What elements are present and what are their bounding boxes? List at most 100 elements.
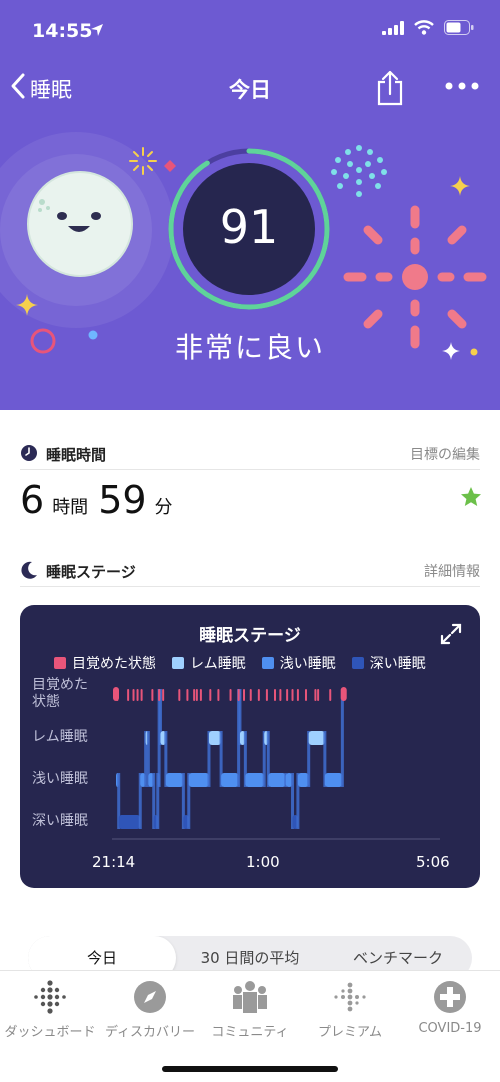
sleep-stages-chart[interactable]: 睡眠ステージ 目覚めた状態 レム睡眠 浅い睡眠 深い睡眠 目覚めた 状態 レム睡眠…	[20, 605, 480, 888]
pink-firework-icon	[343, 205, 487, 349]
stage-segment-rem	[308, 731, 325, 745]
sleep-stages-title: 睡眠ステージ	[46, 563, 136, 581]
tab-dashboard[interactable]: ダッシュボード	[0, 979, 100, 1040]
tab-discovery-label: ディスカバリー	[104, 1025, 196, 1040]
wifi-icon	[414, 20, 434, 39]
awake-tick	[151, 689, 154, 701]
awake-tick	[193, 689, 196, 701]
more-options-button[interactable]	[444, 78, 480, 92]
awake-tick	[127, 689, 130, 701]
sleep-score-hero: 14:55 睡眠 今日 91 非常に良い	[0, 0, 500, 410]
tab-premium[interactable]: プレミアム	[300, 979, 400, 1040]
awake-tick	[291, 689, 294, 701]
battery-icon	[444, 20, 474, 39]
stage-segment-light	[268, 773, 286, 787]
stage-segment-light	[188, 773, 209, 787]
awake-endpoint	[113, 687, 119, 701]
status-time: 14:55	[32, 20, 93, 42]
awake-tick	[317, 689, 320, 701]
awake-tick	[140, 689, 143, 701]
stage-segment-rem	[208, 731, 222, 745]
awake-tick	[217, 689, 220, 701]
nav-bar: 睡眠 今日	[0, 62, 500, 114]
awake-tick	[286, 689, 289, 701]
ring-decoration-icon	[30, 328, 56, 354]
white-sparkle-icon	[442, 342, 460, 360]
small-diamond-icon	[164, 160, 176, 172]
awake-tick	[274, 689, 276, 701]
xtick-start: 21:14	[92, 853, 136, 871]
stage-segment-light	[221, 773, 239, 787]
awake-tick	[329, 689, 332, 701]
tab-discovery[interactable]: ディスカバリー	[100, 979, 200, 1040]
awake-tick	[209, 689, 212, 701]
xtick-mid: 1:00	[246, 853, 280, 871]
cellular-signal-icon	[382, 20, 404, 39]
tab-dashboard-label: ダッシュボード	[4, 1025, 96, 1040]
ellipsis-icon	[445, 82, 479, 90]
home-indicator	[162, 1066, 338, 1072]
dot-decoration-icon	[88, 330, 98, 340]
awake-tick	[296, 689, 299, 701]
sleep-duration-header: 睡眠時間 目標の編集	[20, 440, 480, 470]
awake-tick	[229, 689, 232, 701]
compass-icon	[134, 981, 166, 1013]
awake-tick	[195, 689, 198, 701]
awake-tick	[158, 689, 161, 701]
awake-tick	[162, 689, 165, 701]
yellow-dot-icon	[470, 348, 478, 356]
tab-covid19-label: COVID-19	[418, 1021, 482, 1036]
stage-segment-light	[245, 773, 265, 787]
sleep-duration-value: 6 時間 59 分	[20, 478, 183, 522]
dotted-firework-icon	[331, 145, 387, 197]
moon-icon	[20, 561, 38, 579]
awake-tick	[199, 689, 202, 701]
tab-community-label: コミュニティ	[211, 1025, 289, 1040]
community-people-icon	[233, 981, 267, 1013]
awake-tick	[178, 689, 181, 701]
star-sparkle-icon	[16, 294, 38, 316]
awake-tick	[314, 689, 317, 701]
tab-premium-label: プレミアム	[317, 1025, 383, 1040]
tab-covid19[interactable]: COVID-19	[400, 979, 500, 1036]
location-arrow-icon	[90, 22, 104, 41]
awake-tick	[237, 689, 240, 701]
awake-tick	[136, 689, 139, 701]
awake-tick	[304, 689, 307, 701]
sleep-duration-title: 睡眠時間	[46, 446, 107, 464]
stage-segment-light	[324, 773, 343, 787]
edit-goal-link[interactable]: 目標の編集	[410, 444, 480, 464]
smiling-moon-icon	[26, 170, 134, 278]
yellow-sparkle-icon	[450, 176, 470, 196]
duration-hours: 6	[20, 478, 45, 522]
duration-hours-unit: 時間	[52, 497, 89, 518]
status-bar: 14:55	[0, 0, 500, 62]
goal-star-icon	[461, 487, 481, 506]
stage-segment-deep	[118, 815, 141, 829]
tab-community[interactable]: コミュニティ	[200, 979, 300, 1040]
page-title: 今日	[229, 78, 271, 102]
details-link[interactable]: 詳細情報	[424, 561, 480, 581]
duration-minutes: 59	[98, 478, 147, 522]
awake-tick	[186, 689, 189, 701]
awake-tick	[243, 689, 246, 701]
stage-segment-light	[165, 773, 184, 787]
xtick-end: 5:06	[416, 853, 450, 871]
share-button[interactable]	[374, 70, 406, 106]
duration-minutes-unit: 分	[154, 497, 173, 518]
plus-circle-icon	[434, 981, 466, 1013]
stage-segment-light	[297, 773, 309, 787]
clock-icon	[20, 444, 38, 462]
awake-tick	[265, 689, 268, 701]
awake-endpoint	[340, 687, 347, 701]
awake-tick	[132, 689, 135, 701]
sparkle-burst-icon	[129, 147, 157, 175]
awake-tick	[257, 689, 260, 701]
hypnogram-plot	[112, 687, 440, 840]
stage-transition	[340, 689, 344, 787]
premium-dots-icon	[334, 982, 366, 1012]
share-icon	[377, 70, 403, 106]
dashboard-dots-icon	[34, 980, 66, 1014]
sleep-stages-header: 睡眠ステージ 詳細情報	[20, 557, 480, 587]
sleep-score-value: 91	[219, 200, 279, 254]
